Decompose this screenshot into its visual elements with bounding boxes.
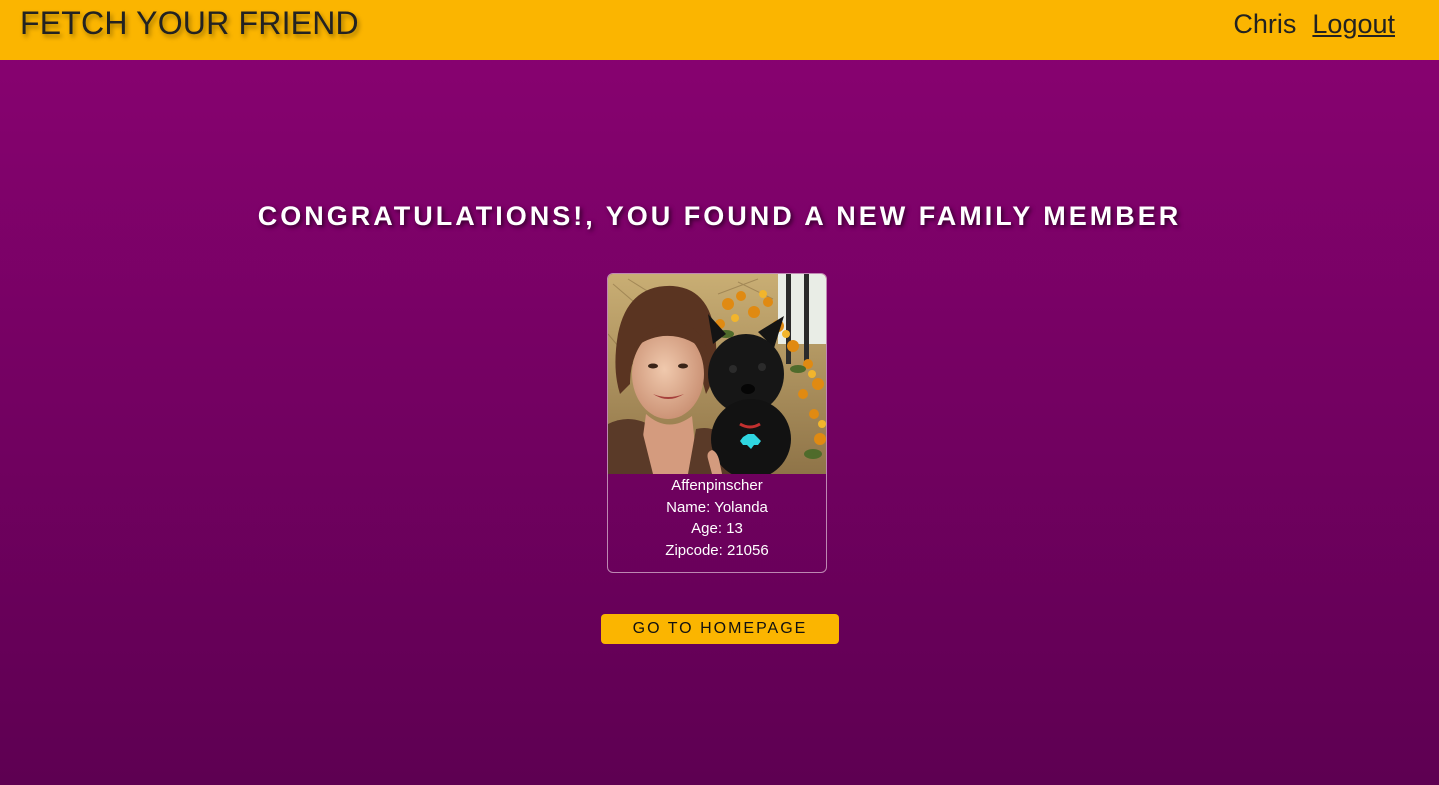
nav-right: Chris Logout (1233, 7, 1395, 41)
username-label: Chris (1233, 9, 1297, 39)
pet-name: Name: Yolanda (666, 498, 768, 516)
pet-breed: Affenpinscher (671, 477, 763, 494)
logout-link[interactable]: Logout (1312, 7, 1395, 41)
page-title: CONGRATULATIONS!, YOU FOUND A NEW FAMILY… (257, 201, 1182, 231)
pet-card: Affenpinscher Name: Yolanda Age: 13 Zipc… (607, 273, 827, 573)
pet-zipcode: Zipcode: 21056 (665, 541, 769, 559)
brand-logo-text[interactable]: FETCH YOUR FRIEND (20, 4, 359, 42)
top-navbar: FETCH YOUR FRIEND Chris Logout (0, 0, 1439, 60)
pet-info: Affenpinscher Name: Yolanda Age: 13 Zipc… (608, 474, 826, 561)
pet-age: Age: 13 (691, 520, 743, 537)
go-to-homepage-button[interactable]: GO TO HOMEPAGE (601, 614, 839, 644)
pet-photo (608, 274, 826, 474)
